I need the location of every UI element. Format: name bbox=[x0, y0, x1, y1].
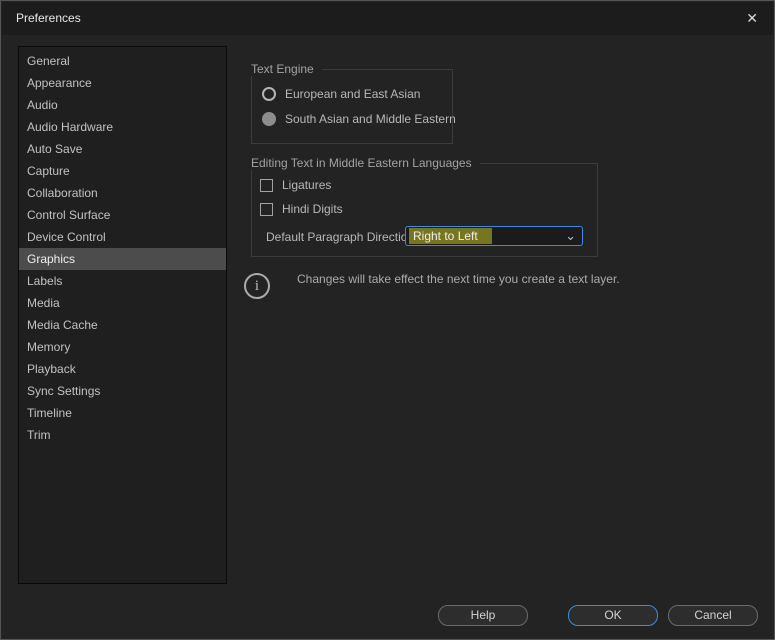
radio-option-south-asian-middle-eastern[interactable]: South Asian and Middle Eastern bbox=[262, 112, 456, 126]
paragraph-direction-label: Default Paragraph Direction: bbox=[266, 230, 418, 244]
sidebar-item-general[interactable]: General bbox=[19, 50, 226, 72]
sidebar-item-auto-save[interactable]: Auto Save bbox=[19, 138, 226, 160]
close-icon[interactable]: ✕ bbox=[742, 2, 762, 35]
sidebar-item-playback[interactable]: Playback bbox=[19, 358, 226, 380]
text-engine-group-label: Text Engine bbox=[251, 62, 322, 76]
chevron-down-icon: ⌄ bbox=[565, 228, 576, 243]
sidebar-item-capture[interactable]: Capture bbox=[19, 160, 226, 182]
radio-selected-icon bbox=[262, 112, 276, 126]
sidebar-item-media-cache[interactable]: Media Cache bbox=[19, 314, 226, 336]
cancel-button[interactable]: Cancel bbox=[668, 605, 758, 626]
sidebar-item-audio-hardware[interactable]: Audio Hardware bbox=[19, 116, 226, 138]
checkbox-icon bbox=[260, 202, 273, 216]
sidebar: General Appearance Audio Audio Hardware … bbox=[18, 46, 227, 584]
sidebar-item-device-control[interactable]: Device Control bbox=[19, 226, 226, 248]
radio-label: European and East Asian bbox=[285, 87, 421, 101]
middle-eastern-group: Editing Text in Middle Eastern Languages… bbox=[251, 156, 598, 257]
sidebar-item-trim[interactable]: Trim bbox=[19, 424, 226, 446]
titlebar: Preferences ✕ bbox=[2, 2, 773, 35]
sidebar-item-media[interactable]: Media bbox=[19, 292, 226, 314]
text-engine-group: Text Engine European and East Asian Sout… bbox=[251, 62, 456, 144]
info-icon: i bbox=[244, 273, 270, 299]
sidebar-item-graphics[interactable]: Graphics bbox=[19, 248, 226, 270]
checkbox-label: Ligatures bbox=[282, 178, 332, 192]
checkbox-hindi-digits[interactable]: Hindi Digits bbox=[260, 202, 343, 216]
sidebar-item-memory[interactable]: Memory bbox=[19, 336, 226, 358]
checkbox-icon bbox=[260, 178, 273, 192]
middle-eastern-group-label: Editing Text in Middle Eastern Languages bbox=[251, 156, 480, 170]
sidebar-item-appearance[interactable]: Appearance bbox=[19, 72, 226, 94]
radio-option-european-east-asian[interactable]: European and East Asian bbox=[262, 87, 420, 101]
sidebar-item-audio[interactable]: Audio bbox=[19, 94, 226, 116]
preferences-dialog: Preferences ✕ General Appearance Audio A… bbox=[0, 0, 775, 640]
sidebar-item-timeline[interactable]: Timeline bbox=[19, 402, 226, 424]
checkbox-label: Hindi Digits bbox=[282, 202, 343, 216]
sidebar-item-collaboration[interactable]: Collaboration bbox=[19, 182, 226, 204]
checkbox-ligatures[interactable]: Ligatures bbox=[260, 178, 331, 192]
sidebar-item-sync-settings[interactable]: Sync Settings bbox=[19, 380, 226, 402]
sidebar-item-control-surface[interactable]: Control Surface bbox=[19, 204, 226, 226]
help-button[interactable]: Help bbox=[438, 605, 528, 626]
ok-button[interactable]: OK bbox=[568, 605, 658, 626]
radio-unselected-icon bbox=[262, 87, 276, 101]
note-text: Changes will take effect the next time y… bbox=[297, 272, 620, 286]
paragraph-direction-dropdown[interactable]: Right to Left ⌄ bbox=[405, 226, 583, 246]
sidebar-item-labels[interactable]: Labels bbox=[19, 270, 226, 292]
radio-label: South Asian and Middle Eastern bbox=[285, 112, 456, 126]
paragraph-direction-value: Right to Left bbox=[409, 228, 492, 244]
window-title: Preferences bbox=[16, 11, 81, 25]
